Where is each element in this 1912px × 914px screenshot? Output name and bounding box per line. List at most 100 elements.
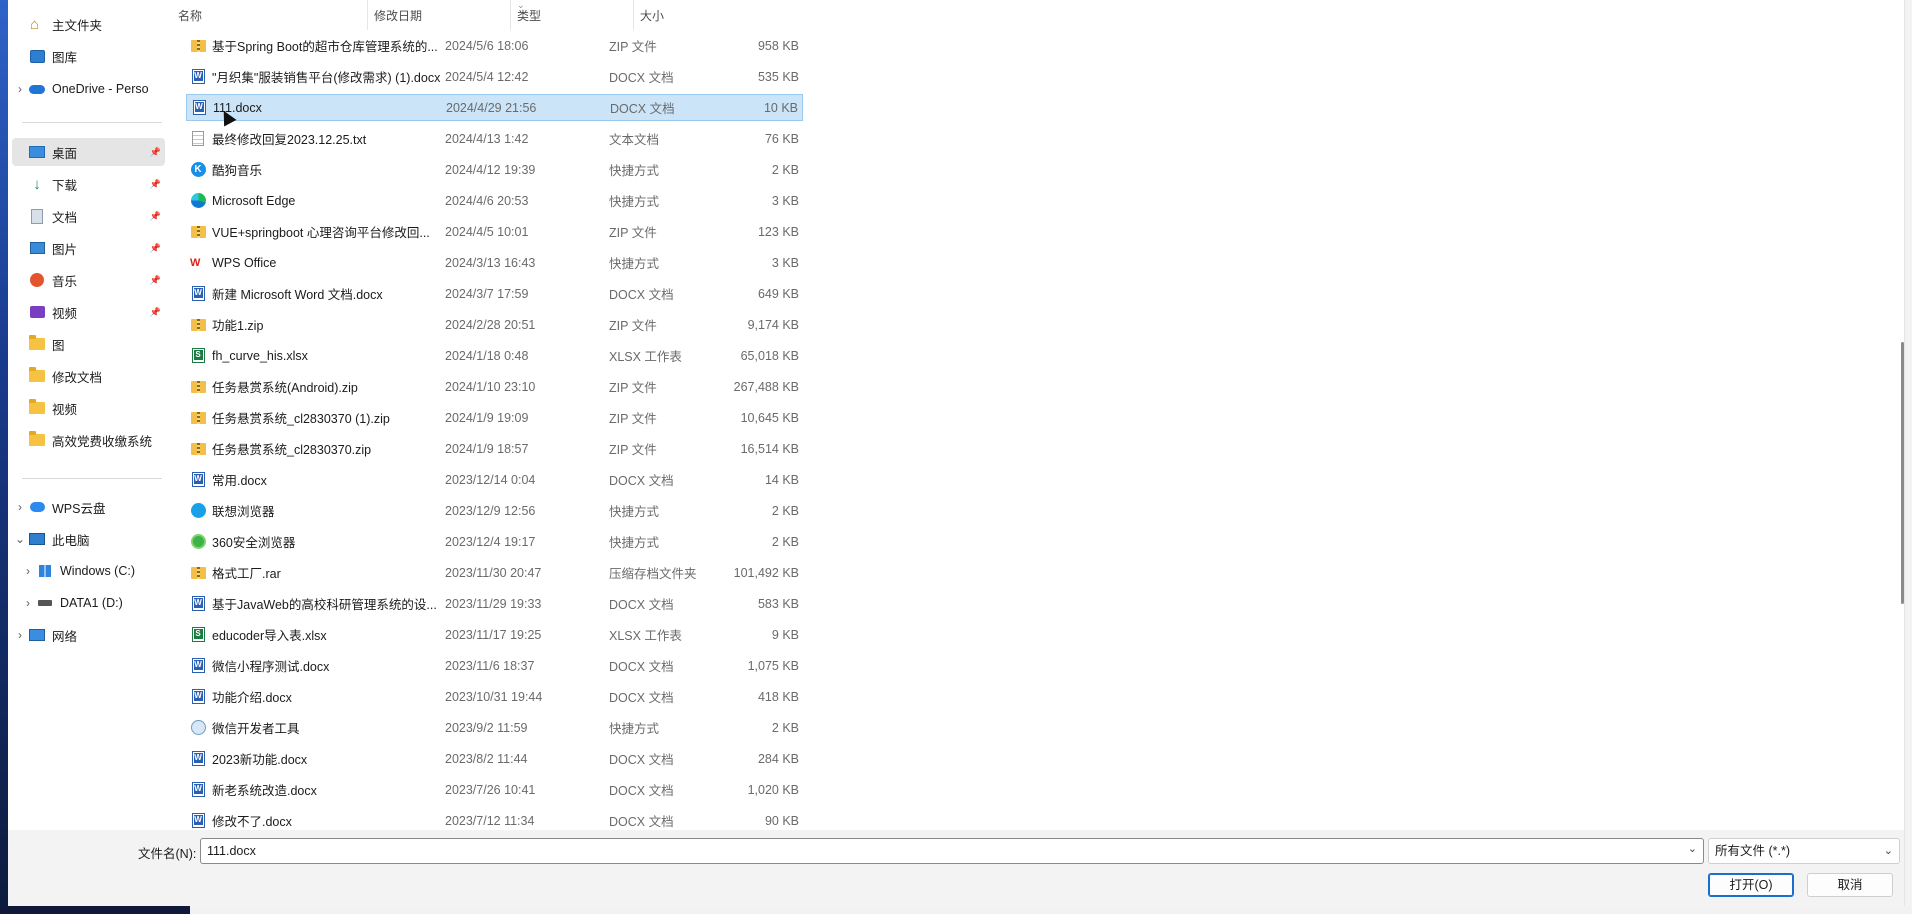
nav-item[interactable]: ↓ 下载 📌: [12, 170, 165, 198]
wps-cloud-icon: [28, 499, 46, 515]
nav-item-label: WPS云盘: [52, 501, 106, 516]
file-row[interactable]: 360安全浏览器 2023/12/4 19:17 快捷方式 2 KB: [186, 528, 803, 555]
home-icon: ⌂: [30, 15, 40, 33]
file-row[interactable]: 任务悬赏系统(Android).zip 2024/1/10 23:10 ZIP 文件…: [186, 373, 803, 400]
nav-item[interactable]: ⌄ 此电脑: [12, 525, 165, 553]
nav-item[interactable]: 图库: [12, 42, 165, 70]
filetype-select[interactable]: 所有文件 (*.*) ⌄: [1708, 838, 1900, 864]
expand-chevron-icon[interactable]: ⌄: [12, 532, 28, 546]
file-size: 583 KB: [757, 596, 799, 611]
nav-item[interactable]: 修改文档: [12, 362, 165, 390]
folder-icon: [28, 431, 46, 448]
file-row[interactable]: educoder导入表.xlsx 2023/11/17 19:25 XLSX 工作表…: [186, 621, 803, 648]
nav-item[interactable]: 图: [12, 330, 165, 358]
nav-item[interactable]: › WPS云盘: [12, 493, 165, 521]
file-size: 2 KB: [771, 534, 799, 549]
column-header-size[interactable]: 大小: [634, 0, 714, 30]
file-row[interactable]: 最终修改回复2023.12.25.txt 2024/4/13 1:42 文本文档 76…: [186, 125, 803, 152]
expand-chevron-icon[interactable]: ›: [20, 596, 36, 610]
file-type: DOCX 文档: [610, 102, 675, 116]
file-date: 2023/12/4 19:17: [445, 534, 536, 549]
360-browser-icon: [190, 534, 206, 550]
chevron-down-icon[interactable]: ⌄: [1884, 839, 1893, 863]
nav-item[interactable]: › 网络: [12, 621, 165, 649]
file-row[interactable]: 任务悬赏系统_cl2830370.zip 2024/1/9 18:57 ZIP 文件…: [186, 435, 803, 462]
expand-chevron-icon[interactable]: ›: [12, 82, 28, 96]
cancel-button[interactable]: 取消: [1807, 873, 1893, 897]
filename-combobox[interactable]: ⌄: [200, 838, 1704, 864]
zip-folder-icon: [190, 317, 206, 333]
file-row[interactable]: Microsoft Edge 2024/4/6 20:53 快捷方式 3 KB: [186, 187, 803, 214]
pin-icon: 📌: [149, 242, 161, 253]
file-date: 2024/1/9 19:09: [445, 410, 529, 425]
nav-item[interactable]: 音乐 📌: [12, 266, 165, 294]
file-row[interactable]: 基于JavaWeb的高校科研管理系统的设... 2023/11/29 19:33 D…: [186, 590, 803, 617]
file-name: VUE+springboot 心理咨询平台修改回...: [212, 226, 430, 240]
column-header-date[interactable]: 修改日期: [368, 0, 511, 30]
file-row[interactable]: 功能1.zip 2024/2/28 20:51 ZIP 文件 9,174 KB: [186, 311, 803, 338]
word-document-icon: [190, 69, 206, 85]
file-row[interactable]: 新老系统改造.docx 2023/7/26 10:41 DOCX 文档 1,020 K…: [186, 776, 803, 803]
file-name: educoder导入表.xlsx: [212, 629, 327, 643]
file-size: 10 KB: [763, 100, 798, 115]
pin-icon: 📌: [149, 274, 161, 285]
file-row[interactable]: 修改不了.docx 2023/7/12 11:34 DOCX 文档 90 KB: [186, 807, 803, 830]
scrollbar-thumb[interactable]: [1901, 342, 1904, 604]
file-size: 2 KB: [771, 720, 799, 735]
pictures-icon: [28, 240, 46, 256]
nav-item[interactable]: 高效党费收缴系统: [12, 426, 165, 454]
file-row[interactable]: 2023新功能.docx 2023/8/2 11:44 DOCX 文档 284 KB: [186, 745, 803, 772]
file-row[interactable]: 联想浏览器 2023/12/9 12:56 快捷方式 2 KB: [186, 497, 803, 524]
filename-input[interactable]: [201, 844, 1671, 858]
file-row[interactable]: VUE+springboot 心理咨询平台修改回... 2024/4/5 10:0…: [186, 218, 803, 245]
this-pc-icon: [28, 531, 46, 547]
nav-item-label: 视频: [52, 402, 78, 417]
file-row[interactable]: 功能介绍.docx 2023/10/31 19:44 DOCX 文档 418 KB: [186, 683, 803, 710]
file-row[interactable]: 基于Spring Boot的超市仓库管理系统的... 2024/5/6 18:06…: [186, 32, 803, 59]
column-header-type[interactable]: 类型: [511, 0, 634, 30]
file-row[interactable]: 微信开发者工具 2023/9/2 11:59 快捷方式 2 KB: [186, 714, 803, 741]
file-name: fh_curve_his.xlsx: [212, 348, 308, 363]
column-header-name[interactable]: 名称: [172, 0, 368, 30]
file-row[interactable]: W WPS Office 2024/3/13 16:43 快捷方式 3 KB: [186, 249, 803, 276]
expand-chevron-icon[interactable]: ›: [12, 628, 28, 642]
file-row[interactable]: 常用.docx 2023/12/14 0:04 DOCX 文档 14 KB: [186, 466, 803, 493]
file-row[interactable]: 微信小程序测试.docx 2023/11/6 18:37 DOCX 文档 1,075 …: [186, 652, 803, 679]
nav-divider: [22, 478, 162, 479]
music-icon: [28, 272, 46, 288]
file-row[interactable]: 新建 Microsoft Word 文档.docx 2024/3/7 17:59 D…: [186, 280, 803, 307]
file-row[interactable]: 111.docx 2024/4/29 21:56 DOCX 文档 10 KB: [186, 94, 803, 121]
file-row[interactable]: 格式工厂.rar 2023/11/30 20:47 压缩存档文件夹 101,492 K…: [186, 559, 803, 586]
file-date: 2024/2/28 20:51: [445, 317, 536, 332]
expand-chevron-icon[interactable]: ›: [12, 500, 28, 514]
nav-item[interactable]: 视频 📌: [12, 298, 165, 326]
chevron-down-icon[interactable]: ⌄: [1688, 842, 1697, 855]
file-name: 常用.docx: [212, 474, 267, 488]
nav-item[interactable]: 文档 📌: [12, 202, 165, 230]
open-button[interactable]: 打开(O): [1708, 873, 1794, 897]
vertical-scrollbar[interactable]: [1901, 0, 1904, 830]
file-row[interactable]: "月织集"服装销售平台(修改需求) (1).docx 2024/5/4 12:42…: [186, 63, 803, 90]
nav-item[interactable]: ⌂ 主文件夹: [12, 10, 165, 38]
nav-item[interactable]: 图片 📌: [12, 234, 165, 262]
file-size: 1,075 KB: [747, 658, 799, 673]
nav-item[interactable]: 视频: [12, 394, 165, 422]
file-size: 123 KB: [757, 224, 799, 239]
background-edge-right: [1904, 0, 1912, 914]
file-size: 65,018 KB: [740, 348, 799, 363]
dialog-footer: 文件名(N): ⌄ 所有文件 (*.*) ⌄ 打开(O) 取消: [8, 830, 1904, 906]
word-document-icon: [191, 100, 207, 116]
nav-item[interactable]: › Windows (C:): [12, 557, 165, 585]
file-type: ZIP 文件: [609, 40, 657, 54]
spreadsheet-icon: [190, 348, 206, 364]
file-row[interactable]: fh_curve_his.xlsx 2024/1/18 0:48 XLSX 工作表 6…: [186, 342, 803, 369]
file-row[interactable]: 任务悬赏系统_cl2830370 (1).zip 2024/1/9 19:09 ZI…: [186, 404, 803, 431]
word-document-icon: [190, 658, 206, 674]
nav-item[interactable]: › OneDrive - Perso: [12, 75, 165, 103]
expand-chevron-icon[interactable]: ›: [20, 564, 36, 578]
pin-icon: 📌: [149, 146, 161, 157]
nav-item[interactable]: 桌面 📌: [12, 138, 165, 166]
file-type: 快捷方式: [609, 195, 660, 209]
file-row[interactable]: K 酷狗音乐 2024/4/12 19:39 快捷方式 2 KB: [186, 156, 803, 183]
nav-item[interactable]: › DATA1 (D:): [12, 589, 165, 617]
